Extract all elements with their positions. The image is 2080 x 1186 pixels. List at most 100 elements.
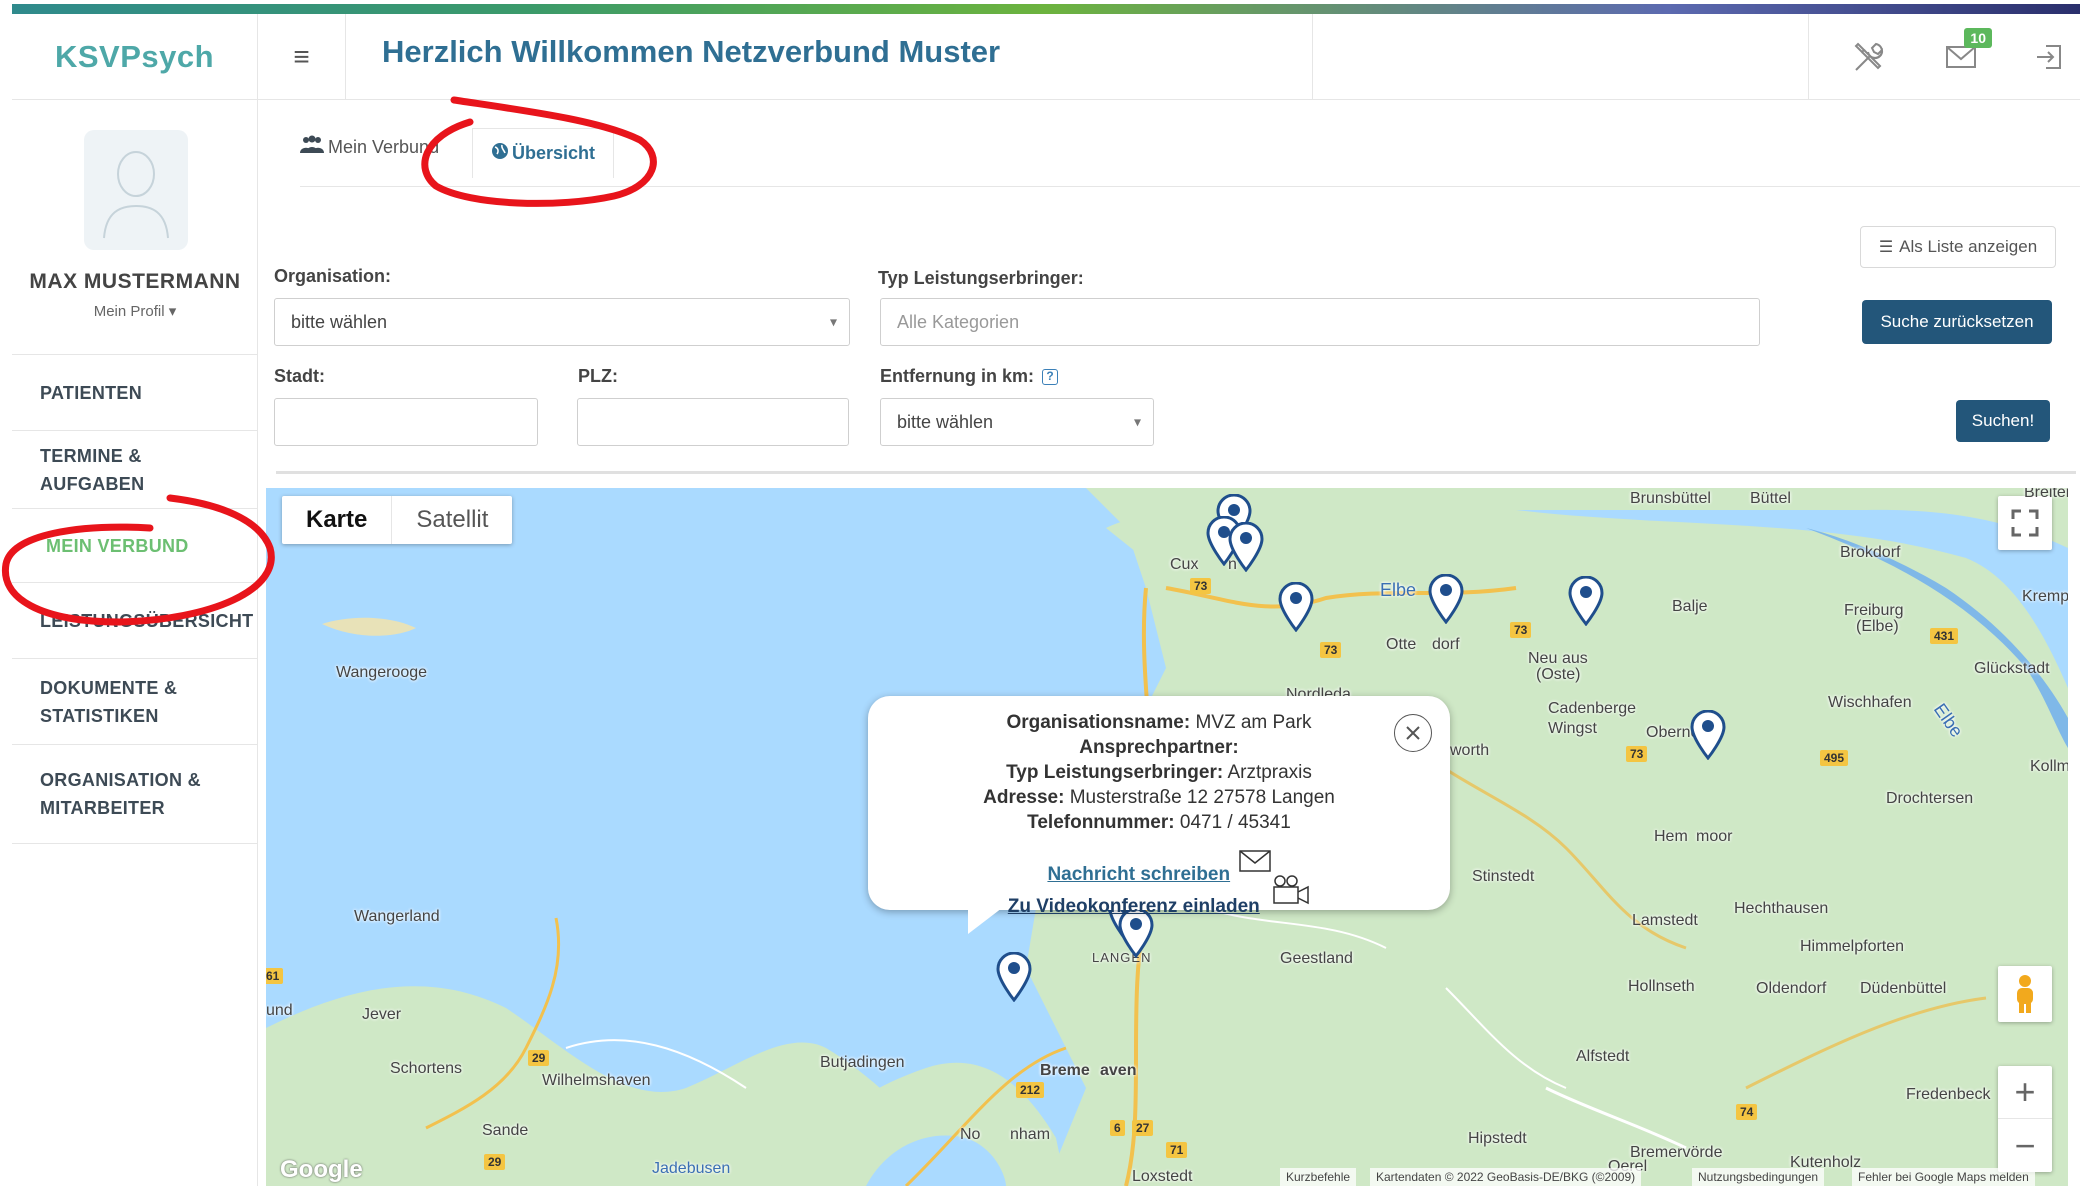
map-pin-icon[interactable]	[996, 951, 1032, 1003]
road-shield: 212	[1016, 1082, 1045, 1098]
field-label: Telefonnummer:	[1027, 812, 1175, 833]
google-logo: Google	[280, 1156, 363, 1183]
map-label: Cadenberge	[1548, 700, 1637, 717]
profile-menu[interactable]: Mein Profil ▾	[12, 302, 258, 320]
popup-org: Organisationsname: MVZ am Park	[868, 710, 1450, 735]
video-camera-icon[interactable]	[1272, 875, 1310, 910]
map-label: Stinstedt	[1472, 868, 1535, 885]
field-label: Organisationsname:	[1006, 712, 1191, 733]
typ-leistungserbringer-input[interactable]: Alle Kategorien	[880, 298, 1760, 346]
video-conference-link[interactable]: Zu Videokonferenz einladen	[1008, 896, 1260, 917]
map-label: Breme	[1040, 1062, 1090, 1079]
map-label: Himmelpforten	[1800, 938, 1905, 955]
brand-logo[interactable]: KSVPsych	[12, 14, 258, 100]
road-shield: 73	[1320, 642, 1342, 658]
plz-label: PLZ:	[578, 366, 618, 386]
stadt-input[interactable]	[274, 398, 538, 446]
road-shield: 74	[1736, 1104, 1758, 1120]
popup-type: Typ Leistungserbringer: Arztpraxis	[868, 760, 1450, 785]
nav-item-termine-aufgaben[interactable]: TERMINE & AUFGABEN	[12, 430, 258, 508]
nav-item-leistungsuebersicht[interactable]: LEISTUNGSÜBERSICHT	[12, 582, 258, 658]
nav-item-patienten[interactable]: PATIENTEN	[12, 354, 258, 430]
select-value: bitte wählen	[897, 411, 994, 432]
popup-contact: Ansprechpartner:	[868, 735, 1450, 760]
map-pin-icon[interactable]	[1228, 521, 1264, 573]
map-label: Drochtersen	[1886, 790, 1974, 807]
map-label: aven	[1100, 1062, 1137, 1079]
road-shield: 29	[484, 1154, 506, 1170]
button-label: Als Liste anzeigen	[1899, 237, 2038, 256]
map-pin-icon[interactable]	[1690, 709, 1726, 761]
map-label: Wingst	[1548, 720, 1597, 737]
help-icon[interactable]: ?	[1042, 369, 1058, 386]
map-label: Glückstadt	[1974, 660, 2050, 677]
nav-label: DOKUMENTE & STATISTIKEN	[40, 677, 178, 726]
street-view-pegman-icon[interactable]	[1998, 966, 2052, 1022]
map-label: Butjadingen	[820, 1054, 905, 1071]
map-pin-icon[interactable]	[1568, 575, 1604, 627]
map-label: Kremp	[2022, 588, 2068, 605]
map-attribution-report[interactable]: Fehler bei Google Maps melden	[1852, 1168, 2035, 1186]
menu-toggle-icon[interactable]: ≡	[258, 14, 346, 100]
map-label: Büttel	[1750, 490, 1791, 507]
typ-leistungserbringer-label: Typ Leistungserbringer:	[878, 268, 1084, 288]
messages-count-badge: 10	[1964, 28, 1992, 48]
map-label: Geestland	[1280, 950, 1353, 967]
map-pin-icon[interactable]	[1428, 573, 1464, 625]
tab-mein-verbund[interactable]: Mein Verbund	[300, 122, 439, 172]
entfernung-select[interactable]: bitte wählen	[880, 398, 1154, 446]
map-label: Cux	[1170, 556, 1199, 573]
messages-icon[interactable]: 10	[1940, 28, 1992, 78]
field-label: Ansprechpartner:	[1079, 737, 1239, 758]
nav-label: MEIN VERBUND	[46, 535, 189, 556]
envelope-icon[interactable]	[1238, 850, 1271, 876]
page-title: Herzlich Willkommen Netzverbund Muster	[382, 34, 1001, 69]
map-label: Wischhafen	[1828, 694, 1912, 711]
organisation-select[interactable]: bitte wählen	[274, 298, 850, 346]
map-pin-icon[interactable]	[1278, 581, 1314, 633]
plz-input[interactable]	[577, 398, 849, 446]
fullscreen-icon[interactable]	[1998, 496, 2052, 550]
nav-item-mein-verbund[interactable]: MEIN VERBUND	[12, 508, 258, 582]
tab-uebersicht[interactable]: Übersicht	[472, 128, 615, 178]
map-label: Wilhelmshaven	[542, 1072, 651, 1089]
road-shield: 495	[1820, 750, 1849, 766]
map-label: Otte	[1386, 636, 1417, 653]
map-label: Oldendorf	[1756, 980, 1827, 997]
zoom-out-icon[interactable]: −	[1998, 1119, 2052, 1172]
map-label: dorf	[1432, 636, 1460, 653]
tools-icon[interactable]	[1848, 36, 1890, 78]
road-shield: 431	[1930, 628, 1959, 644]
profile-label: Mein Profil	[93, 303, 165, 320]
header-divider	[1312, 14, 1313, 100]
road-shield: 71	[1166, 1142, 1188, 1158]
map-label: Breiter	[2024, 488, 2068, 501]
map-attribution-shortcuts[interactable]: Kurzbefehle	[1280, 1168, 1357, 1186]
map-label: Jever	[362, 1006, 402, 1023]
avatar[interactable]	[84, 130, 188, 250]
map-type-satellit[interactable]: Satellit	[392, 496, 512, 544]
map-water-label: Elbe	[1380, 580, 1417, 600]
map-label: Sande	[482, 1122, 529, 1139]
map-label: Balje	[1672, 598, 1708, 615]
map-type-karte[interactable]: Karte	[282, 496, 393, 544]
map-label: Brunsbüttel	[1630, 490, 1711, 507]
nav-item-dokumente-statistiken[interactable]: DOKUMENTE & STATISTIKEN	[12, 658, 258, 744]
logout-icon[interactable]	[2028, 36, 2070, 78]
entfernung-label: Entfernung in km:?	[880, 366, 1058, 387]
map-label: moor	[1696, 828, 1733, 845]
tab-label: Mein Verbund	[328, 136, 440, 157]
nav-item-organisation-mitarbeiter[interactable]: ORGANISATION & MITARBEITER	[12, 744, 258, 844]
map-type-control: Karte Satellit	[282, 496, 513, 544]
map-attribution-terms[interactable]: Nutzungsbedingungen	[1692, 1168, 1825, 1186]
map-water-label: Jadebusen	[652, 1160, 731, 1177]
map-info-popup: Organisationsname: MVZ am Park Ansprechp…	[868, 696, 1450, 934]
map-attribution-data: Kartendaten © 2022 GeoBasis-DE/BKG (©200…	[1370, 1168, 1642, 1186]
search-button[interactable]: Suchen!	[1956, 400, 2050, 442]
zoom-in-icon[interactable]: +	[1998, 1066, 2052, 1119]
list-view-button[interactable]: ☰ Als Liste anzeigen	[1860, 226, 2056, 268]
reset-search-button[interactable]: Suche zurücksetzen	[1862, 300, 2052, 344]
label-text: Entfernung in km:	[880, 366, 1034, 386]
map-label: Fredenbeck	[1906, 1086, 1991, 1103]
header-divider	[1808, 14, 1809, 100]
